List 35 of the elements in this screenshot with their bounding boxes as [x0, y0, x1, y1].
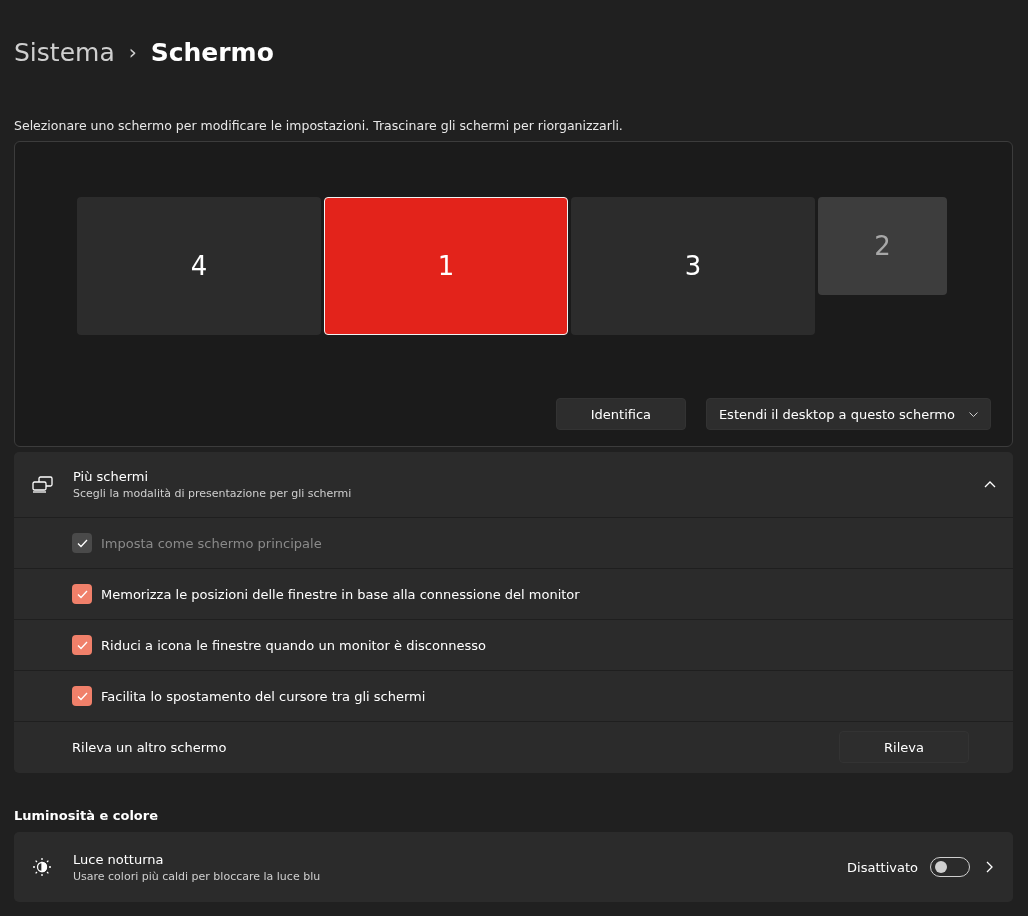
checkbox-label: Memorizza le posizioni delle finestre in base alla connessione del monitor — [101, 586, 580, 602]
checkbox-label: Riduci a icona le finestre quando un monitor è disconnesso — [101, 637, 486, 653]
expander-header[interactable]: Più schermi Scegli la modalità di presentazione per gli schermi — [14, 452, 1013, 518]
checkbox-label: Facilita lo spostamento del cursore tra gli schermi — [101, 688, 426, 704]
display-tile[interactable]: 1 — [324, 197, 568, 335]
checkbox[interactable] — [72, 635, 92, 655]
instruction-text: Selezionare uno schermo per modificare le impostazioni. Trascinare gli schermi per riorganizzarli. — [14, 118, 624, 133]
page-title: Schermo — [150, 37, 274, 67]
setting-title: Luce notturna — [73, 851, 165, 867]
identify-button[interactable]: Identifica — [555, 398, 686, 430]
chevron-right-icon — [986, 861, 993, 873]
checkmark-icon — [76, 640, 88, 650]
display-tile[interactable]: 4 — [77, 197, 321, 335]
checkmark-icon — [76, 691, 88, 701]
toggle-status: Disattivato — [847, 859, 918, 875]
checkmark-icon — [76, 538, 88, 548]
breadcrumb-link[interactable]: Sistema — [14, 37, 115, 67]
setting-description: Scegli la modalità di presentazione per gli schermi — [73, 487, 353, 500]
setting-label: Rileva un altro schermo — [72, 739, 228, 755]
checkbox-label: Imposta come schermo principale — [101, 535, 322, 551]
display-tile[interactable]: 3 — [571, 197, 815, 335]
setting-title: Più schermi — [73, 469, 150, 484]
multiple-displays-icon — [32, 476, 53, 493]
checkmark-icon — [76, 589, 88, 599]
detect-button[interactable]: Rileva — [839, 731, 969, 763]
display-mode-dropdown[interactable]: Estendi il desktop a questo schermo — [705, 398, 991, 430]
breadcrumb-separator: › — [128, 40, 137, 64]
section-heading: Luminosità e colore — [14, 808, 160, 823]
chevron-down-icon — [969, 411, 978, 417]
checkbox[interactable] — [72, 584, 92, 604]
display-tile[interactable]: 2 — [818, 197, 947, 295]
checkbox[interactable] — [72, 686, 92, 706]
settings-card[interactable]: Luce notturna Usare colori più caldi per bloccare la luce blu Disattivato — [14, 832, 1013, 902]
night-light-icon — [32, 857, 52, 877]
setting-description: Usare colori più caldi per bloccare la luce blu — [73, 869, 322, 883]
